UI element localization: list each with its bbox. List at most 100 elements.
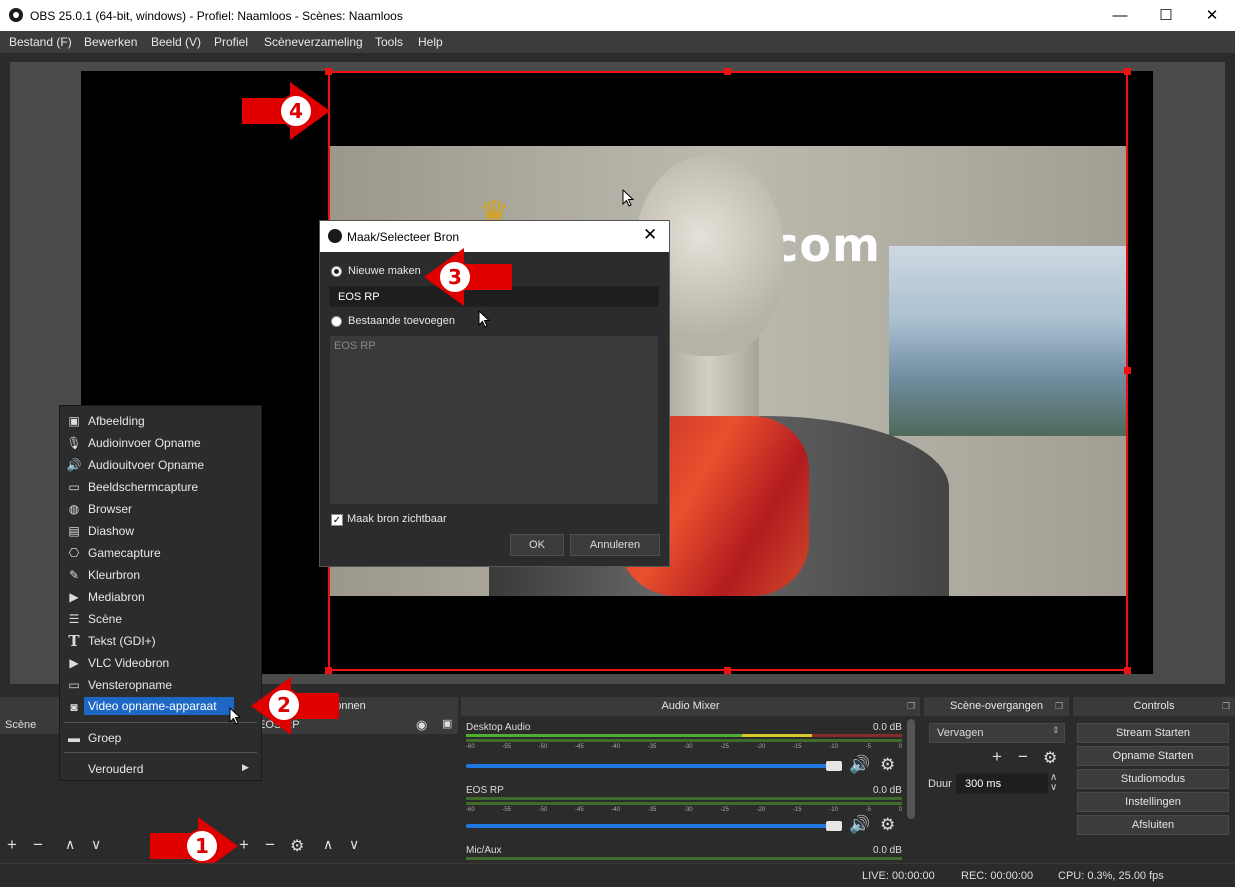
remove-transition-icon[interactable]: − xyxy=(1018,747,1028,767)
eye-icon[interactable]: ◉ xyxy=(416,717,427,733)
gear-icon[interactable]: ⚙ xyxy=(1043,748,1057,768)
speaker-icon[interactable]: 🔊 xyxy=(849,755,870,775)
resize-handle[interactable] xyxy=(1124,68,1131,75)
play-icon: ▶ xyxy=(69,656,79,670)
move-down-icon[interactable]: ∨ xyxy=(91,836,101,853)
menu-tools[interactable]: Tools xyxy=(375,35,403,49)
menu-item-scene[interactable]: ☰ Scène xyxy=(60,608,261,630)
record-start-button[interactable]: Opname Starten xyxy=(1077,746,1229,766)
volume-slider-thumb[interactable] xyxy=(826,761,842,771)
brush-icon: ✎ xyxy=(68,568,80,582)
cpu-status: CPU: 0.3%, 25.00 fps xyxy=(1058,870,1164,882)
menu-item-gamecapture[interactable]: ⎔ Gamecapture xyxy=(60,542,261,564)
volume-slider[interactable] xyxy=(466,824,832,828)
meter-scale: -60 -55 -50 -45 -40 -35 -30 -25 -20 -15 -10 -5 0 xyxy=(466,744,902,750)
maximize-button[interactable]: ☐ xyxy=(1143,0,1189,31)
dock-float-icon[interactable]: ❐ xyxy=(907,701,915,712)
menu-sceneverzameling[interactable]: Scèneverzameling xyxy=(264,35,363,49)
menu-item-audioinvoer[interactable]: 🎙 Audioinvoer Opname xyxy=(60,432,261,454)
camera-icon: ◙ xyxy=(70,700,78,714)
move-up-icon[interactable]: ∧ xyxy=(65,836,75,853)
dialog-close-icon[interactable]: ✕ xyxy=(643,225,657,245)
resize-handle[interactable] xyxy=(1124,667,1131,674)
menu-item-beeldschermcapture[interactable]: ▭ Beeldschermcapture xyxy=(60,476,261,498)
menu-beeld[interactable]: Beeld (V) xyxy=(151,35,201,49)
audio-meter xyxy=(466,797,902,800)
audio-meter xyxy=(466,802,902,805)
menu-item-kleurbron[interactable]: ✎ Kleurbron xyxy=(60,564,261,586)
menu-item-afbeelding[interactable]: ▣ Afbeelding xyxy=(60,410,261,432)
menu-item-vlc[interactable]: ▶ VLC Videobron xyxy=(60,652,261,674)
visible-checkbox[interactable]: ✓ xyxy=(331,514,343,526)
speaker-icon[interactable]: 🔊 xyxy=(849,815,870,835)
duration-stepper[interactable]: ∧ ∨ xyxy=(1050,773,1057,793)
duration-input[interactable]: 300 ms xyxy=(956,773,1048,794)
menu-bewerken[interactable]: Bewerken xyxy=(84,35,137,49)
move-up-icon[interactable]: ∧ xyxy=(323,836,333,853)
volume-slider[interactable] xyxy=(466,764,832,768)
audio-mixer-title: Audio Mixer xyxy=(461,697,920,716)
globe-icon: ◍ xyxy=(68,502,80,516)
resize-handle[interactable] xyxy=(724,667,731,674)
annotation-badge-2: 2 xyxy=(267,688,301,722)
menu-item-browser[interactable]: ◍ Browser xyxy=(60,498,261,520)
gear-icon[interactable]: ⚙ xyxy=(290,836,304,856)
dock-float-icon[interactable]: ❐ xyxy=(1055,701,1063,712)
resize-handle[interactable] xyxy=(1124,367,1131,374)
radio-existing-source[interactable] xyxy=(331,316,342,327)
ok-button[interactable]: OK xyxy=(510,534,564,556)
menu-bar: Bestand (F) Bewerken Beeld (V) Profiel S… xyxy=(0,31,1235,53)
resize-handle[interactable] xyxy=(325,667,332,674)
studio-mode-button[interactable]: Studiomodus xyxy=(1077,769,1229,789)
duration-label: Duur xyxy=(928,778,952,790)
mouse-cursor-icon xyxy=(622,189,635,207)
menu-item-mediabron[interactable]: ▶ Mediabron xyxy=(60,586,261,608)
resize-handle[interactable] xyxy=(724,68,731,75)
add-transition-icon[interactable]: + xyxy=(992,747,1002,767)
lock-icon[interactable]: ▣ xyxy=(442,717,452,730)
annotation-badge-4: 4 xyxy=(279,94,313,128)
transition-select[interactable]: Vervagen ⇕ xyxy=(929,723,1065,743)
menu-divider xyxy=(64,752,257,753)
transition-select-value: Vervagen xyxy=(937,727,984,739)
controls-dock-title: Controls xyxy=(1073,697,1235,716)
remove-scene-icon[interactable]: − xyxy=(33,835,43,855)
audio-meter xyxy=(466,739,902,742)
dock-float-icon[interactable]: ❐ xyxy=(1222,701,1230,712)
menu-item-groep[interactable]: ▬ Groep xyxy=(60,727,261,749)
menu-item-audiouitvoer[interactable]: 🔊 Audiouitvoer Opname xyxy=(60,454,261,476)
annotation-badge-3: 3 xyxy=(438,260,472,294)
stream-start-button[interactable]: Stream Starten xyxy=(1077,723,1229,743)
audio-meter xyxy=(466,734,742,737)
visible-checkbox-label: Maak bron zichtbaar xyxy=(347,513,447,525)
play-icon: ▶ xyxy=(69,590,79,604)
menu-item-verouderd[interactable]: Verouderd ▶ xyxy=(60,758,261,780)
volume-slider-thumb[interactable] xyxy=(826,821,842,831)
exit-button[interactable]: Afsluiten xyxy=(1077,815,1229,835)
menu-item-diashow[interactable]: ▤ Diashow xyxy=(60,520,261,542)
existing-sources-list[interactable]: EOS RP xyxy=(329,335,659,505)
channel-level: 0.0 dB xyxy=(873,845,902,856)
add-source-icon[interactable]: + xyxy=(239,835,249,855)
gear-icon[interactable]: ⚙ xyxy=(880,815,895,835)
cancel-button[interactable]: Annuleren xyxy=(570,534,660,556)
resize-handle[interactable] xyxy=(325,68,332,75)
list-item[interactable]: EOS RP xyxy=(334,340,376,352)
menu-profiel[interactable]: Profiel xyxy=(214,35,248,49)
mixer-scrollbar[interactable] xyxy=(907,719,915,819)
menu-item-vensteropname[interactable]: ▭ Vensteropname xyxy=(60,674,261,696)
remove-source-icon[interactable]: − xyxy=(265,835,275,855)
menu-help[interactable]: Help xyxy=(418,35,443,49)
menu-bestand[interactable]: Bestand (F) xyxy=(9,35,72,49)
obs-logo-icon xyxy=(9,8,23,22)
channel-name: EOS RP xyxy=(466,785,504,796)
close-button[interactable]: ✕ xyxy=(1189,0,1235,31)
menu-item-tekst[interactable]: T Tekst (GDI+) xyxy=(60,630,261,652)
move-down-icon[interactable]: ∨ xyxy=(349,836,359,853)
minimize-button[interactable]: — xyxy=(1097,0,1143,31)
channel-name: Desktop Audio xyxy=(466,722,531,733)
settings-button[interactable]: Instellingen xyxy=(1077,792,1229,812)
add-scene-icon[interactable]: + xyxy=(7,835,17,855)
radio-new-source[interactable] xyxy=(331,266,342,277)
gear-icon[interactable]: ⚙ xyxy=(880,755,895,775)
